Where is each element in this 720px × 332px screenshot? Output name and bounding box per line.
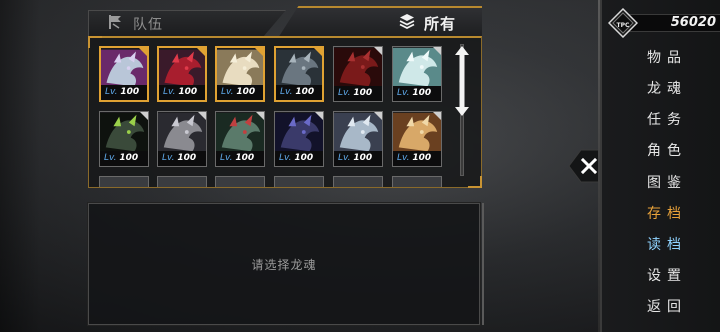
dragon-soul-card[interactable]: Lv. 100 <box>99 46 149 102</box>
card-level-tag: Lv. 100 <box>334 86 382 101</box>
level-prefix: Lv. <box>162 153 175 163</box>
level-value: 100 <box>177 153 197 163</box>
level-prefix: Lv. <box>280 87 293 97</box>
level-prefix: Lv. <box>397 153 410 163</box>
card-corner-marker <box>433 112 441 120</box>
card-corner-marker <box>433 47 441 55</box>
card-level-tag: Lv. 100 <box>100 151 148 166</box>
tab-team[interactable]: 队伍 <box>88 10 286 38</box>
card-level-tag: Lv. 100 <box>275 151 323 166</box>
card-level-tag: Lv. 100 <box>334 151 382 166</box>
currency-amount: 56020 <box>670 15 716 30</box>
dragon-soul-card[interactable]: Lv. 100 <box>99 111 149 167</box>
panel-divider <box>482 203 484 325</box>
level-value: 100 <box>295 87 315 97</box>
level-value: 100 <box>412 88 432 98</box>
dragon-soul-card[interactable]: Lv. 100 <box>215 46 265 102</box>
level-value: 100 <box>412 153 432 163</box>
dragon-soul-card[interactable]: Lv. 100 <box>274 46 324 102</box>
tpc-badge-icon: TPC <box>607 7 639 39</box>
dragon-soul-card[interactable]: Lv. 100 <box>333 111 383 167</box>
menu-item-codex[interactable]: 图鉴 <box>634 172 694 194</box>
menu-item-dragon-souls[interactable]: 龙魂 <box>634 78 694 100</box>
dragon-soul-card[interactable]: Lv. 100 <box>392 46 442 102</box>
panel-corner-decoration <box>88 36 102 48</box>
card-corner-marker <box>139 48 147 56</box>
level-prefix: Lv. <box>397 88 410 98</box>
level-prefix: Lv. <box>220 153 233 163</box>
level-prefix: Lv. <box>279 153 292 163</box>
dragon-soul-card[interactable]: Lv. 100 <box>333 46 383 102</box>
level-prefix: Lv. <box>338 153 351 163</box>
dragon-soul-card[interactable]: Lv. 100 <box>392 111 442 167</box>
dragon-soul-card[interactable]: Lv. 100 <box>215 111 265 167</box>
scroll-thumb[interactable] <box>455 46 469 116</box>
menu-item-quests[interactable]: 任务 <box>634 109 694 131</box>
level-prefix: Lv. <box>338 88 351 98</box>
level-value: 100 <box>120 87 140 97</box>
tpc-badge-label: TPC <box>617 22 630 29</box>
dragon-soul-card-partial[interactable] <box>333 176 383 187</box>
card-corner-marker <box>256 112 264 120</box>
level-value: 100 <box>236 87 256 97</box>
card-corner-marker <box>314 48 322 56</box>
level-prefix: Lv. <box>104 153 117 163</box>
dragon-soul-card-partial[interactable] <box>157 176 207 187</box>
card-level-tag: Lv. 100 <box>159 85 205 100</box>
menu-item-back[interactable]: 返回 <box>634 296 694 318</box>
card-level-tag: Lv. 100 <box>158 151 206 166</box>
detail-panel: 请选择龙魂 <box>87 202 481 326</box>
tab-all[interactable]: 所有 <box>278 6 482 38</box>
dragon-soul-card[interactable]: Lv. 100 <box>157 111 207 167</box>
menu-item-settings[interactable]: 设置 <box>634 265 694 287</box>
card-corner-marker <box>197 48 205 56</box>
tab-bar: 队伍 所有 <box>88 6 482 38</box>
level-value: 100 <box>353 88 373 98</box>
dragon-soul-card[interactable]: Lv. 100 <box>274 111 324 167</box>
card-corner-marker <box>140 112 148 120</box>
grid-scrollbar[interactable] <box>455 44 469 176</box>
card-corner-marker <box>374 112 382 120</box>
dragon-soul-card-partial[interactable] <box>274 176 324 187</box>
dragon-soul-card-partial[interactable] <box>99 176 149 187</box>
card-level-tag: Lv. 100 <box>101 85 147 100</box>
card-corner-marker <box>198 112 206 120</box>
card-level-tag: Lv. 100 <box>276 85 322 100</box>
level-value: 100 <box>294 153 314 163</box>
menu-item-save[interactable]: 存档 <box>634 203 694 225</box>
level-prefix: Lv. <box>105 87 118 97</box>
menu-item-character[interactable]: 角色 <box>634 140 694 162</box>
dragon-soul-card-partial[interactable] <box>392 176 442 187</box>
card-level-tag: Lv. 100 <box>217 85 263 100</box>
card-level-tag: Lv. 100 <box>216 151 264 166</box>
level-value: 100 <box>353 153 373 163</box>
flag-icon <box>107 14 125 34</box>
level-value: 100 <box>178 87 198 97</box>
dragon-soul-card-partial[interactable] <box>215 176 265 187</box>
tab-team-label: 队伍 <box>133 17 163 33</box>
card-corner-marker <box>374 47 382 55</box>
level-prefix: Lv. <box>163 87 176 97</box>
menu-item-items[interactable]: 物品 <box>634 47 694 69</box>
card-level-tag: Lv. 100 <box>393 151 441 166</box>
select-hint: 请选择龙魂 <box>251 258 317 272</box>
currency-display: TPC 56020 <box>606 7 720 39</box>
tab-all-label: 所有 <box>423 14 456 33</box>
level-value: 100 <box>235 153 255 163</box>
card-level-tag: Lv. 100 <box>393 86 441 101</box>
dragon-soul-grid: Lv. 100 Lv. 100 Lv. 100 Lv. 100 Lv. 100 Lv. 1… <box>88 36 482 188</box>
card-corner-marker <box>255 48 263 56</box>
menu-item-load[interactable]: 读档 <box>634 234 694 256</box>
level-value: 100 <box>119 153 139 163</box>
card-corner-marker <box>315 112 323 120</box>
level-prefix: Lv. <box>221 87 234 97</box>
panel-corner-decoration <box>468 176 482 188</box>
dragon-soul-card[interactable]: Lv. 100 <box>157 46 207 102</box>
layers-icon <box>398 12 416 34</box>
